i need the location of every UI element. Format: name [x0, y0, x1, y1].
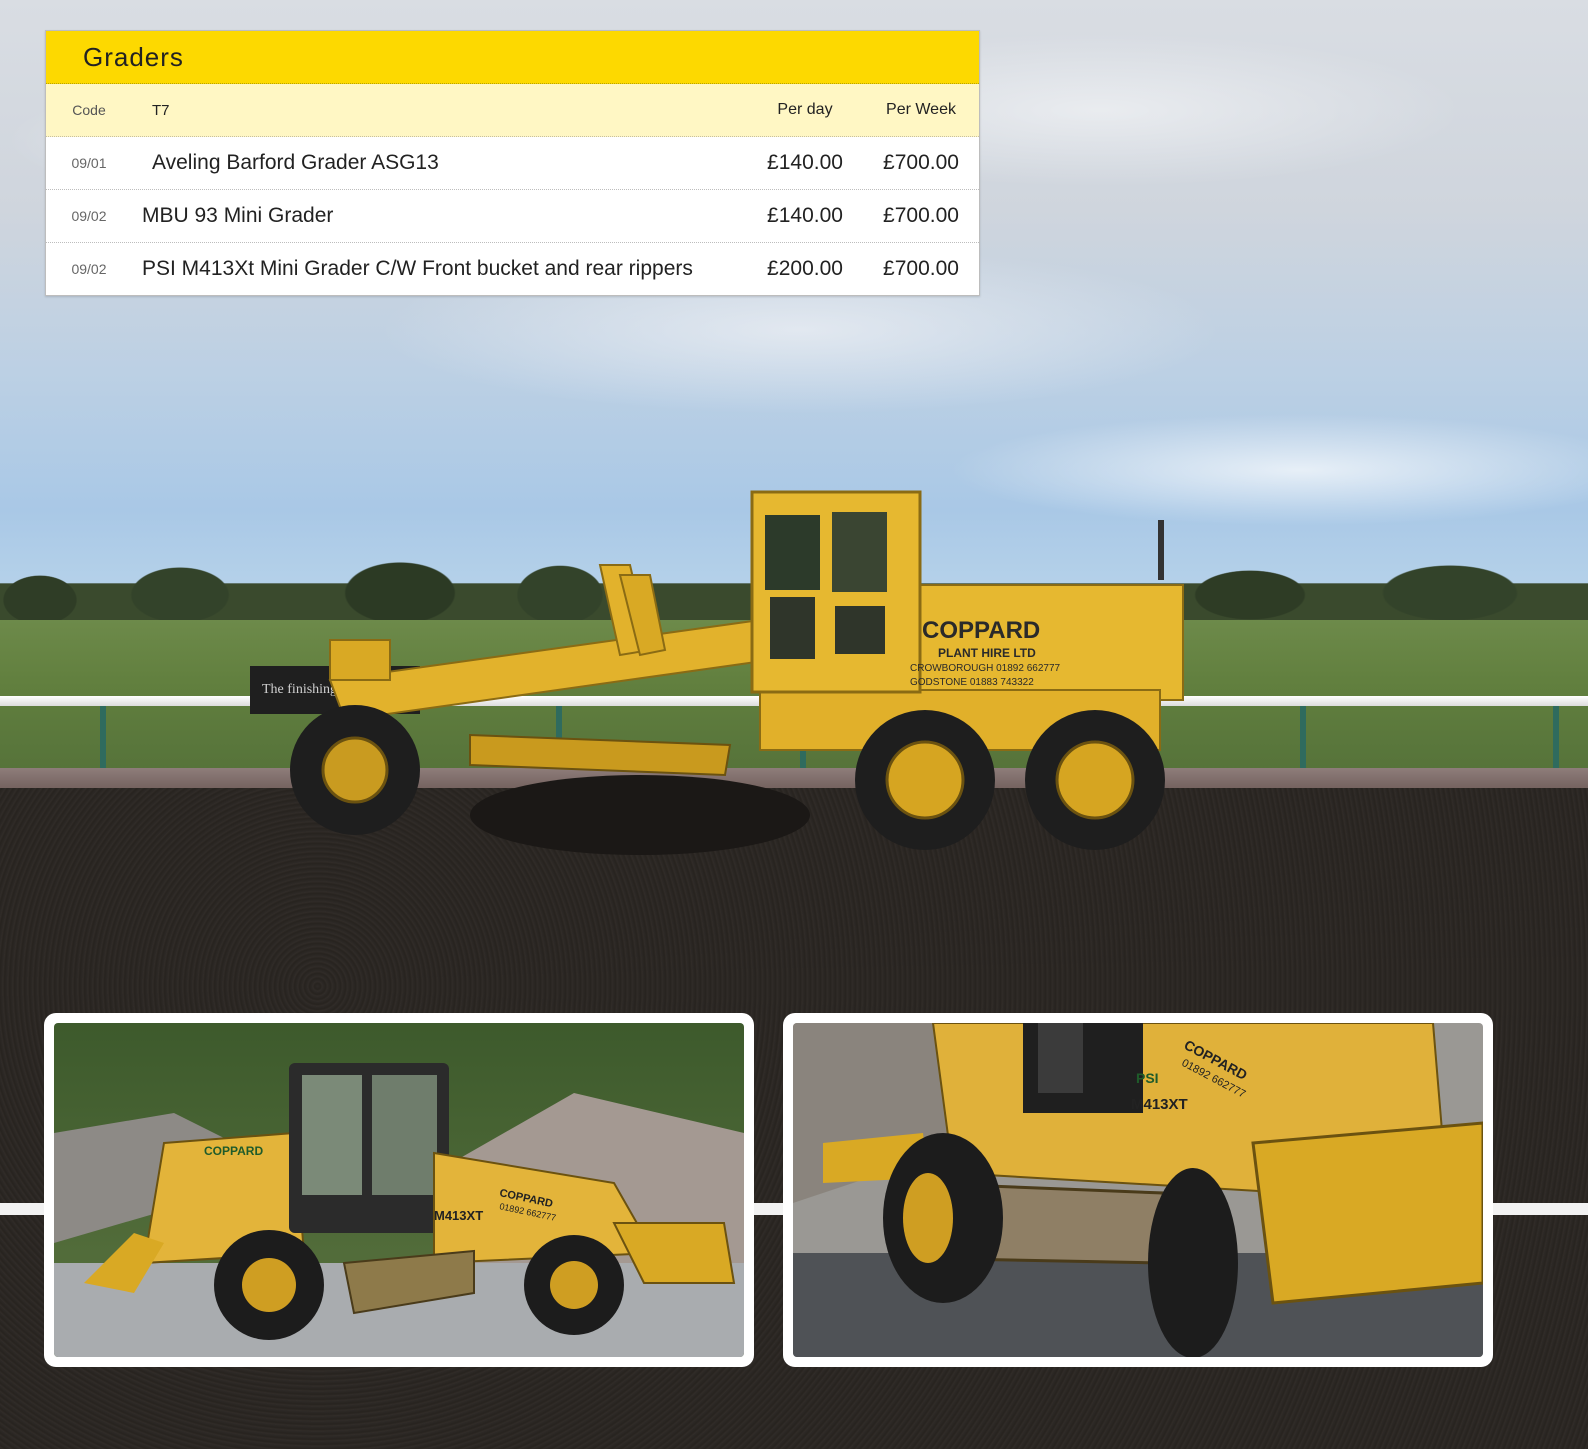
front-bracket: [329, 639, 391, 681]
row-description: PSI M413Xt Mini Grader C/W Front bucket …: [142, 257, 693, 280]
rear-wheel: [1025, 710, 1165, 850]
photo-frame-right: PSI M413XT COPPARD 01892 662777: [783, 1013, 1493, 1367]
row-per-day: £140.00: [767, 151, 843, 174]
divider-line: [753, 1203, 785, 1215]
photo-mini-grader-front: PSI M413XT COPPARD 01892 662777: [793, 1023, 1483, 1357]
divider-line: [0, 1203, 46, 1215]
wheel: [1148, 1168, 1238, 1357]
table-row: 09/02 MBU 93 Mini Grader £140.00 £700.00: [46, 190, 979, 243]
photo-frame-left: COPPARD M413XT COPPARD 01892 662777: [44, 1013, 754, 1367]
mini-left-brand: COPPARD: [204, 1144, 263, 1158]
mini-grader-side-illustration: COPPARD M413XT COPPARD 01892 662777: [54, 1023, 744, 1357]
mini-right-model: M413XT: [1131, 1096, 1188, 1113]
livery-line3: GODSTONE 01883 743322: [910, 677, 1034, 688]
price-table: Graders Code T7 Per day Per Week 09/01 A…: [45, 30, 980, 296]
cab-window: [770, 597, 815, 659]
exhaust-pipe: [1158, 520, 1164, 580]
table-row: 09/02 PSI M413Xt Mini Grader C/W Front b…: [46, 243, 979, 295]
row-per-day: £200.00: [767, 257, 843, 280]
cab-window: [765, 515, 820, 590]
header-category: T7: [152, 101, 170, 119]
dirt-pile: [470, 775, 810, 855]
wheel: [524, 1235, 624, 1335]
divider-line: [1492, 1203, 1588, 1215]
wheel: [883, 1133, 1003, 1303]
mini-right-logo: PSI: [1136, 1070, 1159, 1086]
row-per-week: £700.00: [883, 151, 959, 174]
header-code: Code: [72, 102, 106, 118]
cab-window: [835, 606, 885, 654]
rear-wheel: [855, 710, 995, 850]
mini-grader-front-illustration: PSI M413XT COPPARD 01892 662777: [793, 1023, 1483, 1357]
front-wheel: [290, 705, 420, 835]
banner-text: The finishing: [262, 682, 337, 697]
row-description: MBU 93 Mini Grader: [142, 204, 334, 227]
table-row: 09/01 Aveling Barford Grader ASG13 £140.…: [46, 137, 979, 190]
header-per-day: Per day: [777, 101, 833, 118]
row-per-day: £140.00: [767, 204, 843, 227]
mini-left-model: M413XT: [434, 1208, 483, 1223]
row-code: 09/01: [71, 155, 107, 171]
table-header-row: Code T7 Per day Per Week: [46, 84, 979, 137]
table-title: Graders: [83, 41, 184, 72]
row-per-week: £700.00: [883, 257, 959, 280]
header-per-week: Per Week: [886, 101, 956, 118]
livery-line2: CROWBOROUGH 01892 662777: [910, 663, 1061, 674]
livery-brand: COPPARD: [922, 617, 1040, 644]
livery-line1: PLANT HIRE LTD: [938, 646, 1036, 660]
grader-boom: [328, 618, 772, 722]
row-code: 09/02: [71, 261, 107, 277]
row-description: Aveling Barford Grader ASG13: [152, 151, 439, 174]
row-code: 09/02: [71, 208, 107, 224]
cab-window: [832, 512, 887, 592]
photo-mini-grader-side: COPPARD M413XT COPPARD 01892 662777: [54, 1023, 744, 1357]
wheel: [214, 1230, 324, 1340]
row-per-week: £700.00: [883, 204, 959, 227]
table-title-bar: Graders: [46, 31, 979, 84]
grader-blade: [469, 733, 732, 777]
